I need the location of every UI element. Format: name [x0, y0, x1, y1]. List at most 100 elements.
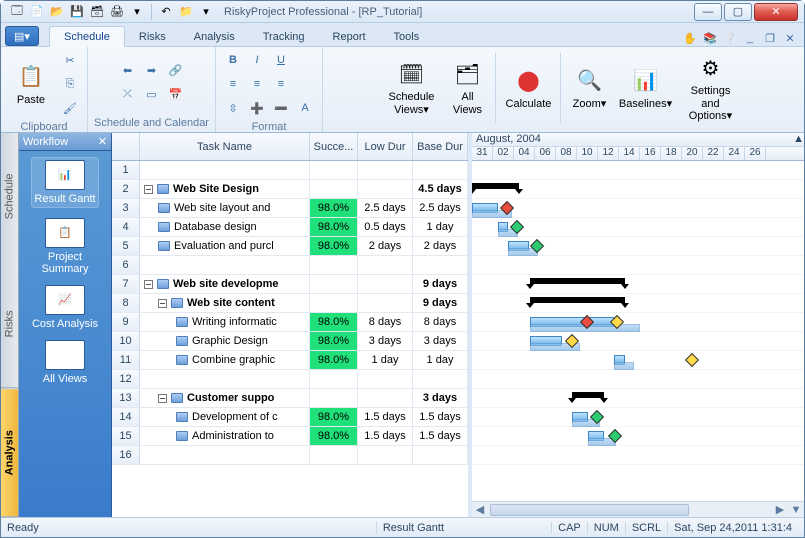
col-low-dur[interactable]: Low Dur: [358, 133, 413, 160]
maximize-button[interactable]: ▢: [724, 3, 752, 21]
open-icon[interactable]: 📂: [49, 4, 65, 20]
summary-icon: 📋: [45, 218, 85, 248]
tab-analysis[interactable]: Analysis: [180, 27, 249, 46]
folder-icon[interactable]: 📁: [178, 4, 194, 20]
table-row[interactable]: 12: [112, 370, 468, 389]
chevron-down-icon[interactable]: ▾: [198, 4, 214, 20]
font-icon[interactable]: A: [294, 97, 316, 119]
wf-result-gantt[interactable]: 📊Result Gantt: [31, 157, 98, 208]
link-icon[interactable]: 🔗: [164, 59, 186, 81]
file-button[interactable]: ▤▾: [5, 26, 39, 46]
table-row[interactable]: 14Development of c98.0%1.5 days1.5 days: [112, 408, 468, 427]
col-task-name[interactable]: Task Name: [140, 133, 310, 160]
new-icon[interactable]: 📄: [29, 4, 45, 20]
chevron-down-icon[interactable]: ▾: [129, 4, 145, 20]
task-icon[interactable]: ▭: [140, 83, 162, 105]
tab-report[interactable]: Report: [319, 27, 380, 46]
align-right-icon[interactable]: ≡: [270, 73, 292, 95]
outdent-icon[interactable]: ⬅: [116, 59, 138, 81]
close-button[interactable]: ✕: [754, 3, 798, 21]
table-row[interactable]: 16: [112, 446, 468, 465]
unlink-icon[interactable]: ⤫: [116, 83, 138, 105]
wf-all-views[interactable]: 🗂All Views: [43, 340, 87, 385]
gantt-month: August, 2004: [476, 133, 541, 145]
zoom-button[interactable]: 🔍Zoom▾: [565, 62, 613, 115]
calendar-icon[interactable]: 📅: [164, 83, 186, 105]
chart-icon: 📈: [45, 285, 85, 315]
all-views-button[interactable]: 🗂All Views: [443, 55, 491, 120]
table-row[interactable]: 4Database design98.0%0.5 days1 day: [112, 218, 468, 237]
copy-icon[interactable]: ⎘: [59, 73, 81, 95]
zoom-icon: 🔍: [573, 66, 605, 98]
bold-icon[interactable]: B: [222, 49, 244, 71]
books-icon[interactable]: 📚: [702, 30, 718, 46]
rowheight-icon[interactable]: ⇳: [222, 97, 244, 119]
app-window: 🗔 📄 📂 💾 🗃 🖨 ▾ ↶ 📁 ▾ RiskyProject Profess…: [0, 0, 805, 538]
italic-icon[interactable]: I: [246, 49, 268, 71]
cut-icon[interactable]: ✂: [59, 49, 81, 71]
insertrow-icon[interactable]: ➕: [246, 97, 268, 119]
wf-cost-analysis[interactable]: 📈Cost Analysis: [32, 285, 98, 330]
schedule-views-button[interactable]: 🗓Schedule Views▾: [383, 55, 439, 120]
mdi-restore-icon[interactable]: ❐: [762, 30, 778, 46]
windows-icon: 🗂: [45, 340, 85, 370]
saveall-icon[interactable]: 🗃: [89, 4, 105, 20]
indent-icon[interactable]: ➡: [140, 59, 162, 81]
save-icon[interactable]: 💾: [69, 4, 85, 20]
table-row[interactable]: 10Graphic Design98.0%3 days3 days: [112, 332, 468, 351]
gantt-chart: August, 2004▲ 31020406081012141618202224…: [472, 133, 804, 517]
scroll-left-icon[interactable]: ◀: [472, 503, 488, 516]
app-icon: 🗔: [9, 4, 25, 20]
calculate-button[interactable]: ⬤Calculate: [500, 62, 556, 115]
table-row[interactable]: 6: [112, 256, 468, 275]
help-icon[interactable]: ❔: [722, 30, 738, 46]
tab-tracking[interactable]: Tracking: [249, 27, 319, 46]
wf-project-summary[interactable]: 📋Project Summary: [23, 218, 107, 275]
table-row[interactable]: 2Web Site Design4.5 days: [112, 180, 468, 199]
hand-icon[interactable]: ✋: [682, 30, 698, 46]
tab-schedule[interactable]: Schedule: [49, 26, 125, 47]
deleterow-icon[interactable]: ➖: [270, 97, 292, 119]
close-icon[interactable]: ✕: [98, 135, 107, 148]
table-row[interactable]: 3Web site layout and98.0%2.5 days2.5 day…: [112, 199, 468, 218]
table-row[interactable]: 9Writing informatic98.0%8 days8 days: [112, 313, 468, 332]
status-num: NUM: [587, 522, 625, 534]
table-row[interactable]: 8Web site content9 days: [112, 294, 468, 313]
gantt-hscroll[interactable]: ◀ ▶ ▼: [472, 501, 804, 517]
align-left-icon[interactable]: ≡: [222, 73, 244, 95]
scroll-down-icon[interactable]: ▼: [788, 504, 804, 516]
table-row[interactable]: 11Combine graphic98.0%1 day1 day: [112, 351, 468, 370]
minimize-button[interactable]: —: [694, 3, 722, 21]
scroll-up-icon[interactable]: ▲: [793, 133, 804, 145]
table-row[interactable]: 7Web site developme9 days: [112, 275, 468, 294]
tab-tools[interactable]: Tools: [380, 27, 434, 46]
scroll-right-icon[interactable]: ▶: [772, 503, 788, 516]
tab-risks[interactable]: Risks: [125, 27, 180, 46]
grid-body[interactable]: 12Web Site Design4.5 days3Web site layou…: [112, 161, 468, 517]
table-row[interactable]: 13Customer suppo3 days: [112, 389, 468, 408]
scroll-thumb[interactable]: [490, 504, 689, 516]
status-view: Result Gantt: [376, 522, 450, 534]
table-row[interactable]: 1: [112, 161, 468, 180]
align-center-icon[interactable]: ≡: [246, 73, 268, 95]
ribbon-tabs: ▤▾ Schedule Risks Analysis Tracking Repo…: [1, 23, 804, 47]
mdi-close-icon[interactable]: ✕: [782, 30, 798, 46]
baselines-button[interactable]: 📊Baselines▾: [617, 62, 673, 115]
group-schedule-calendar: ⬅➡🔗 ⤫▭📅 Schedule and Calendar: [88, 47, 216, 132]
vtab-schedule[interactable]: Schedule: [1, 133, 18, 260]
undo-icon[interactable]: ↶: [158, 4, 174, 20]
col-success[interactable]: Succe...: [310, 133, 358, 160]
underline-icon[interactable]: U: [270, 49, 292, 71]
print-icon[interactable]: 🖨: [109, 4, 125, 20]
gantt-body[interactable]: [472, 161, 804, 501]
table-row[interactable]: 5Evaluation and purcl98.0%2 days2 days: [112, 237, 468, 256]
brush-icon[interactable]: 🖌: [59, 97, 81, 119]
mdi-min-icon[interactable]: _: [742, 30, 758, 46]
paste-button[interactable]: 📋 Paste: [7, 58, 55, 111]
settings-button[interactable]: ⚙Settings and Options▾: [677, 49, 743, 127]
table-row[interactable]: 15Administration to98.0%1.5 days1.5 days: [112, 427, 468, 446]
vtab-risks[interactable]: Risks: [1, 260, 18, 388]
col-base-dur[interactable]: Base Dur: [413, 133, 468, 160]
task-grid: Task Name Succe... Low Dur Base Dur 12We…: [112, 133, 472, 517]
vtab-analysis[interactable]: Analysis: [1, 389, 18, 517]
